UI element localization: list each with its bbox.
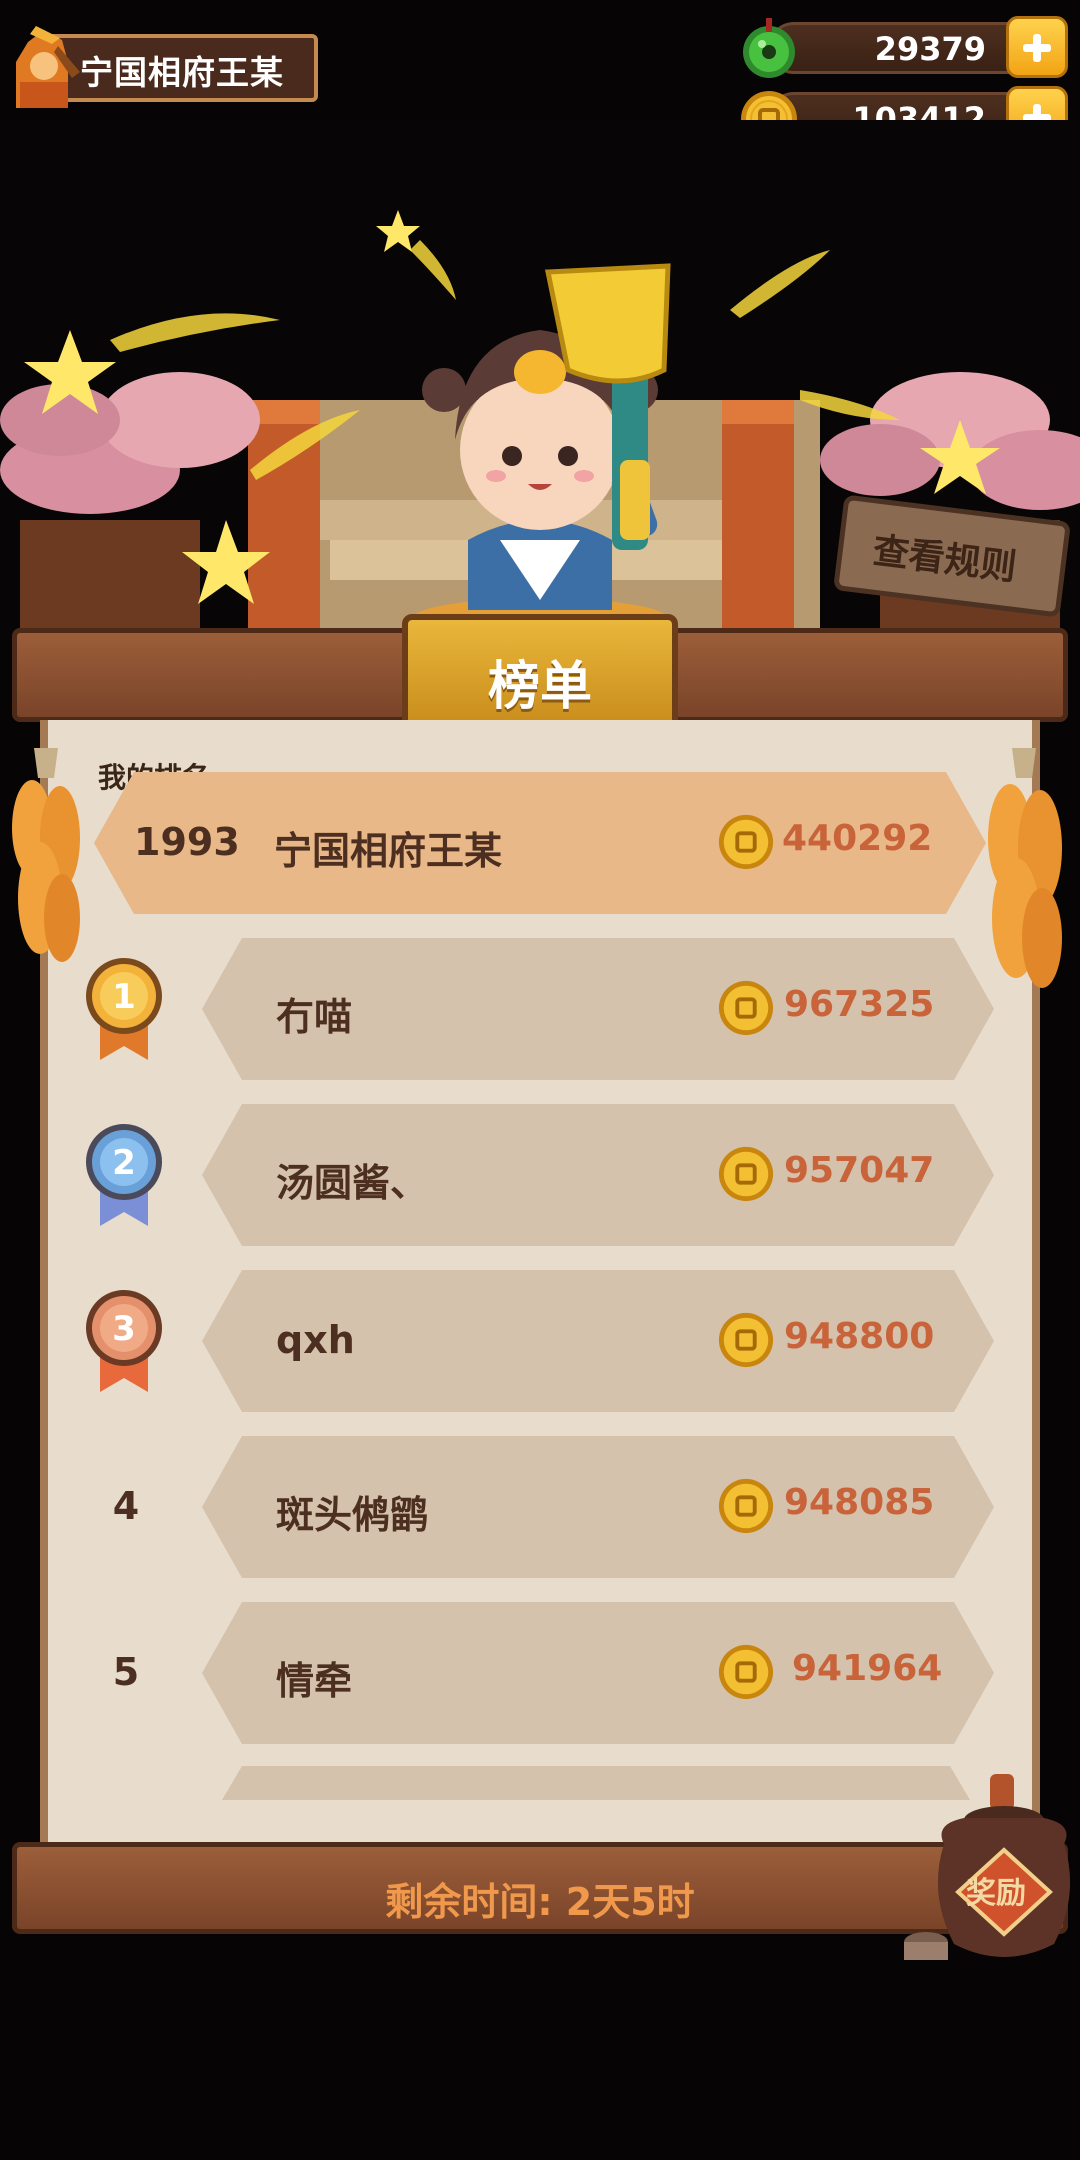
- player-name: 冇喵: [276, 995, 353, 1039]
- player-score: 948085: [784, 1482, 935, 1523]
- jade-coin-icon: [743, 18, 795, 78]
- leaderboard-row-partial: [222, 1766, 970, 1800]
- leaderboard-row[interactable]: qxh 948800: [202, 1270, 994, 1412]
- gold-coin-icon: [718, 1478, 774, 1534]
- leaderboard-row[interactable]: 冇喵 967325: [202, 938, 994, 1080]
- rank-3-number: 3: [112, 1309, 136, 1349]
- player-score: 957047: [784, 1150, 935, 1191]
- jade-currency: 29379: [738, 16, 1068, 80]
- my-rank-row: 1993 宁国相府王某 440292: [94, 772, 986, 914]
- rank-4-number: 4: [112, 1484, 140, 1528]
- corn-left-icon: [12, 748, 80, 962]
- jade-value: 29379: [874, 30, 986, 68]
- my-rank-number: 1993: [134, 820, 240, 864]
- leaderboard-row[interactable]: 汤圆酱、 957047: [202, 1104, 994, 1246]
- bronze-medal-icon: 3: [86, 1290, 162, 1392]
- player-tag[interactable]: 宁国相府王某: [6, 26, 318, 108]
- gold-medal-icon: 1: [86, 958, 162, 1060]
- player-name: 情牵: [276, 1659, 353, 1703]
- player-name: 宁国相府王某: [80, 53, 284, 92]
- rank-1-number: 1: [112, 977, 136, 1017]
- leaderboard-row[interactable]: 情牵 941964: [202, 1602, 994, 1744]
- add-jade-button[interactable]: [1006, 16, 1068, 78]
- gold-coin-icon: [718, 1146, 774, 1202]
- player-score: 941964: [792, 1648, 943, 1689]
- my-player-name: 宁国相府王某: [274, 829, 503, 873]
- my-score: 440292: [782, 818, 933, 859]
- player-name: qxh: [276, 1318, 355, 1362]
- gold-coin-icon: [718, 1644, 774, 1700]
- rank-5-number: 5: [112, 1650, 140, 1694]
- view-rules-label: 查看规则: [870, 530, 1019, 589]
- gold-coin-icon: [718, 980, 774, 1036]
- player-name: 汤圆酱、: [276, 1161, 429, 1205]
- leaderboard-title: 榜单: [487, 657, 592, 717]
- player-score: 967325: [784, 984, 935, 1025]
- right-pillar: [722, 400, 794, 640]
- gold-coin-icon: [718, 814, 774, 870]
- silver-medal-icon: 2: [86, 1124, 162, 1226]
- player-portrait-icon: [16, 26, 80, 108]
- leaderboard-title-plate: 榜单: [402, 614, 678, 730]
- player-name: 斑头鸺鹠: [276, 1493, 429, 1537]
- reward-label: 奖励: [966, 1876, 1026, 1911]
- rank-2-number: 2: [112, 1143, 136, 1183]
- gold-coin-icon: [718, 1312, 774, 1368]
- player-score: 948800: [784, 1316, 935, 1357]
- leaderboard-row[interactable]: 斑头鸺鹠 948085: [202, 1436, 994, 1578]
